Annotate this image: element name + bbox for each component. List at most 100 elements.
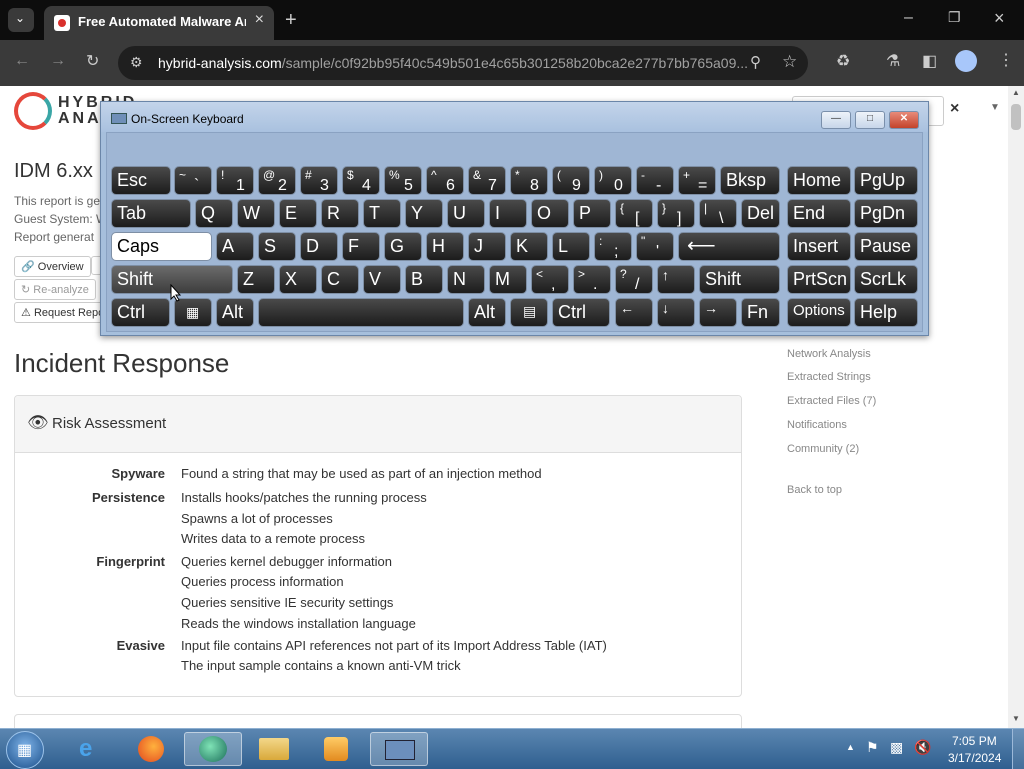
scroll-up-icon[interactable]: ▲ [1012, 88, 1020, 97]
key-scrlk[interactable]: ScrLk [854, 265, 918, 294]
new-tab-icon[interactable]: + [285, 9, 297, 32]
clock-date[interactable]: 3/17/2024 [948, 751, 1001, 765]
key-q[interactable]: Q [195, 199, 233, 228]
key-p[interactable]: P [573, 199, 611, 228]
overview-button[interactable]: 🔗 Overview [14, 256, 91, 277]
key-pause[interactable]: Pause [854, 232, 918, 261]
key-y[interactable]: Y [405, 199, 443, 228]
scroll-down-icon[interactable]: ▼ [1012, 714, 1020, 723]
key-z[interactable]: Z [237, 265, 275, 294]
key-semicolon[interactable]: :; [594, 232, 632, 261]
sidebar-link-extracted-strings[interactable]: Extracted Strings [787, 371, 871, 383]
network-icon[interactable]: ▩ [890, 739, 903, 756]
key-caps[interactable]: Caps [111, 232, 212, 261]
sidebar-link-community[interactable]: Community (2) [787, 443, 859, 455]
url-text[interactable]: hybrid-analysis.com/sample/c0f92bb95f40c… [158, 55, 748, 71]
key-alt-right[interactable]: Alt [468, 298, 506, 327]
key-space[interactable] [258, 298, 464, 327]
key-up-arrow[interactable]: ↑ [657, 265, 695, 294]
profile-avatar[interactable] [955, 50, 977, 72]
key-prtscn[interactable]: PrtScn [787, 265, 851, 294]
key-w[interactable]: W [237, 199, 275, 228]
taskbar-explorer[interactable] [246, 732, 304, 766]
osk-close-button[interactable]: ✕ [889, 111, 919, 129]
key-period[interactable]: >. [573, 265, 611, 294]
key-c[interactable]: C [321, 265, 359, 294]
key-shift-right[interactable]: Shift [699, 265, 780, 294]
taskbar-firefox[interactable] [124, 732, 182, 766]
key-m[interactable]: M [489, 265, 527, 294]
restore-icon[interactable]: ❐ [948, 9, 961, 26]
key-v[interactable]: V [363, 265, 401, 294]
minimize-icon[interactable]: – [904, 9, 913, 27]
key-b[interactable]: B [405, 265, 443, 294]
labs-icon[interactable]: ⚗ [886, 51, 900, 71]
page-scrollbar[interactable]: ▲ ▼ [1008, 86, 1024, 728]
key-backslash[interactable]: | \ [699, 199, 737, 228]
key-pgdn[interactable]: PgDn [854, 199, 918, 228]
key-g[interactable]: G [384, 232, 422, 261]
key-right-arrow[interactable]: → [699, 298, 737, 327]
key-quote[interactable]: " ' [636, 232, 674, 261]
show-desktop-button[interactable] [1012, 729, 1024, 769]
bookmark-star-icon[interactable]: ☆ [782, 52, 797, 72]
key-end[interactable]: End [787, 199, 851, 228]
taskbar-ie[interactable]: e [62, 732, 120, 766]
key-a[interactable]: A [216, 232, 254, 261]
address-bar[interactable]: ⚙ hybrid-analysis.com/sample/c0f92bb95f4… [118, 46, 808, 80]
key-8[interactable]: * 8 [510, 166, 548, 195]
key-1[interactable]: ! 1 [216, 166, 254, 195]
clock-time[interactable]: 7:05 PM [952, 734, 997, 748]
key-home[interactable]: Home [787, 166, 851, 195]
reanalyze-button[interactable]: ↻ Re-analyze [14, 279, 96, 300]
browser-tab[interactable]: Free Automated Malware Anal × [44, 6, 274, 40]
key-ctrl-left[interactable]: Ctrl [111, 298, 170, 327]
key-l[interactable]: L [552, 232, 590, 261]
key-s[interactable]: S [258, 232, 296, 261]
key-comma[interactable]: <, [531, 265, 569, 294]
taskbar-osk[interactable] [370, 732, 428, 766]
key-left-arrow[interactable]: ← [615, 298, 653, 327]
tab-list-button[interactable]: ⌄ [8, 8, 34, 32]
key-windows[interactable]: ▦ [174, 298, 212, 327]
sidebar-link-notifications[interactable]: Notifications [787, 419, 847, 431]
action-center-flag-icon[interactable]: ⚑ [866, 739, 879, 756]
key-u[interactable]: U [447, 199, 485, 228]
zoom-icon[interactable]: ⚲ [750, 53, 761, 71]
key-0[interactable]: ) 0 [594, 166, 632, 195]
key-backspace[interactable]: Bksp [720, 166, 780, 195]
menu-icon[interactable]: ⋮ [998, 50, 1014, 70]
key-insert[interactable]: Insert [787, 232, 851, 261]
osk-minimize-button[interactable]: — [821, 111, 851, 129]
key-fn[interactable]: Fn [741, 298, 780, 327]
key-t[interactable]: T [363, 199, 401, 228]
key-close-bracket[interactable]: }] [657, 199, 695, 228]
key-slash[interactable]: ? / [615, 265, 653, 294]
start-button[interactable]: ▦ [6, 731, 44, 769]
osk-maximize-button[interactable]: □ [855, 111, 885, 129]
key-ctrl-right[interactable]: Ctrl [552, 298, 610, 327]
show-hidden-icons-icon[interactable]: ▲ [846, 742, 855, 752]
key-n[interactable]: N [447, 265, 485, 294]
side-panel-icon[interactable]: ◧ [922, 51, 937, 71]
key-options[interactable]: Options [787, 298, 851, 327]
key-k[interactable]: K [510, 232, 548, 261]
key-d[interactable]: D [300, 232, 338, 261]
close-tab-icon[interactable]: × [255, 11, 264, 29]
key-down-arrow[interactable]: ↓ [657, 298, 695, 327]
taskbar-media-player[interactable] [308, 732, 366, 766]
dropdown-caret-icon[interactable]: ▼ [990, 102, 1000, 113]
key-i[interactable]: I [489, 199, 527, 228]
site-info-icon[interactable]: ⚙ [130, 54, 143, 71]
sidebar-link-network-analysis[interactable]: Network Analysis [787, 348, 871, 360]
key-9[interactable]: (9 [552, 166, 590, 195]
key-3[interactable]: #3 [300, 166, 338, 195]
clear-icon[interactable]: × [950, 100, 959, 118]
key-help[interactable]: Help [854, 298, 918, 327]
key-pgup[interactable]: PgUp [854, 166, 918, 195]
key-esc[interactable]: Esc [111, 166, 171, 195]
key-5[interactable]: % 5 [384, 166, 422, 195]
key-enter[interactable]: ⟵ [678, 232, 780, 261]
key-open-bracket[interactable]: {[ [615, 199, 653, 228]
key-minus[interactable]: -- [636, 166, 674, 195]
